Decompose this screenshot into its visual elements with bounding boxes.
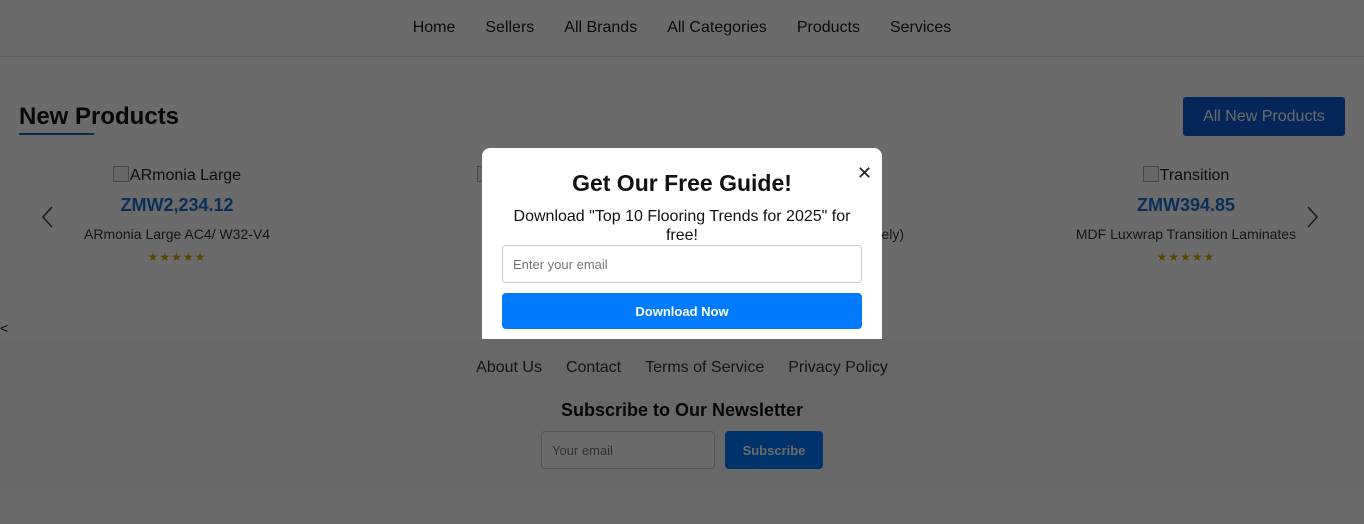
section-title: New Products bbox=[19, 103, 180, 130]
modal-title: Get Our Free Guide! bbox=[572, 170, 792, 196]
stray-glyph: < bbox=[0, 320, 9, 336]
product-card[interactable]: ARmonia Large ZMW2,234.12 ARmonia Large … bbox=[27, 165, 327, 264]
star-rating: ★★★★★ bbox=[1156, 250, 1216, 264]
product-image[interactable]: ARmonia Large bbox=[27, 165, 327, 187]
nav-all-brands[interactable]: All Brands bbox=[564, 19, 637, 37]
newsletter-title: Subscribe to Our Newsletter bbox=[560, 400, 804, 420]
nav-products[interactable]: Products bbox=[797, 19, 860, 37]
subscribe-button[interactable]: Subscribe bbox=[725, 431, 823, 469]
product-price: ZMW2,234.12 bbox=[120, 195, 234, 215]
nav-all-categories[interactable]: All Categories bbox=[667, 19, 767, 37]
page: Home Sellers All Brands All Categories P… bbox=[0, 0, 1364, 524]
nav-sellers[interactable]: Sellers bbox=[485, 19, 534, 37]
modal-description: Download "Top 10 Flooring Trends for 202… bbox=[513, 208, 851, 244]
footer: About Us Contact Terms of Service Privac… bbox=[0, 339, 1364, 489]
product-name[interactable]: ARmonia Large AC4/ W32-V4 bbox=[27, 226, 327, 242]
download-now-button[interactable]: Download Now bbox=[502, 293, 862, 329]
product-price: ZMW394.85 bbox=[1136, 195, 1236, 215]
footer-links: About Us Contact Terms of Service Privac… bbox=[0, 359, 1364, 377]
footer-link-terms[interactable]: Terms of Service bbox=[645, 359, 764, 377]
close-icon[interactable]: ✕ bbox=[857, 164, 872, 182]
product-name[interactable]: MDF Luxwrap Transition Laminates bbox=[1036, 226, 1336, 242]
nav-services[interactable]: Services bbox=[890, 19, 951, 37]
guide-modal: Get Our Free Guide! ✕ Download "Top 10 F… bbox=[482, 148, 882, 339]
footer-link-contact[interactable]: Contact bbox=[566, 359, 621, 377]
top-navigation: Home Sellers All Brands All Categories P… bbox=[0, 0, 1364, 57]
nav-home[interactable]: Home bbox=[413, 19, 456, 37]
modal-email-input[interactable] bbox=[502, 245, 862, 283]
bottom-strip bbox=[0, 489, 1364, 524]
footer-link-privacy[interactable]: Privacy Policy bbox=[788, 359, 888, 377]
product-image[interactable]: Transition bbox=[1036, 165, 1336, 187]
all-new-products-button[interactable]: All New Products bbox=[1183, 97, 1345, 136]
title-underline bbox=[19, 133, 94, 135]
product-card[interactable]: Transition ZMW394.85 MDF Luxwrap Transit… bbox=[1036, 165, 1336, 264]
newsletter-email-input[interactable] bbox=[541, 431, 715, 469]
star-rating: ★★★★★ bbox=[147, 250, 207, 264]
footer-link-about[interactable]: About Us bbox=[476, 359, 542, 377]
